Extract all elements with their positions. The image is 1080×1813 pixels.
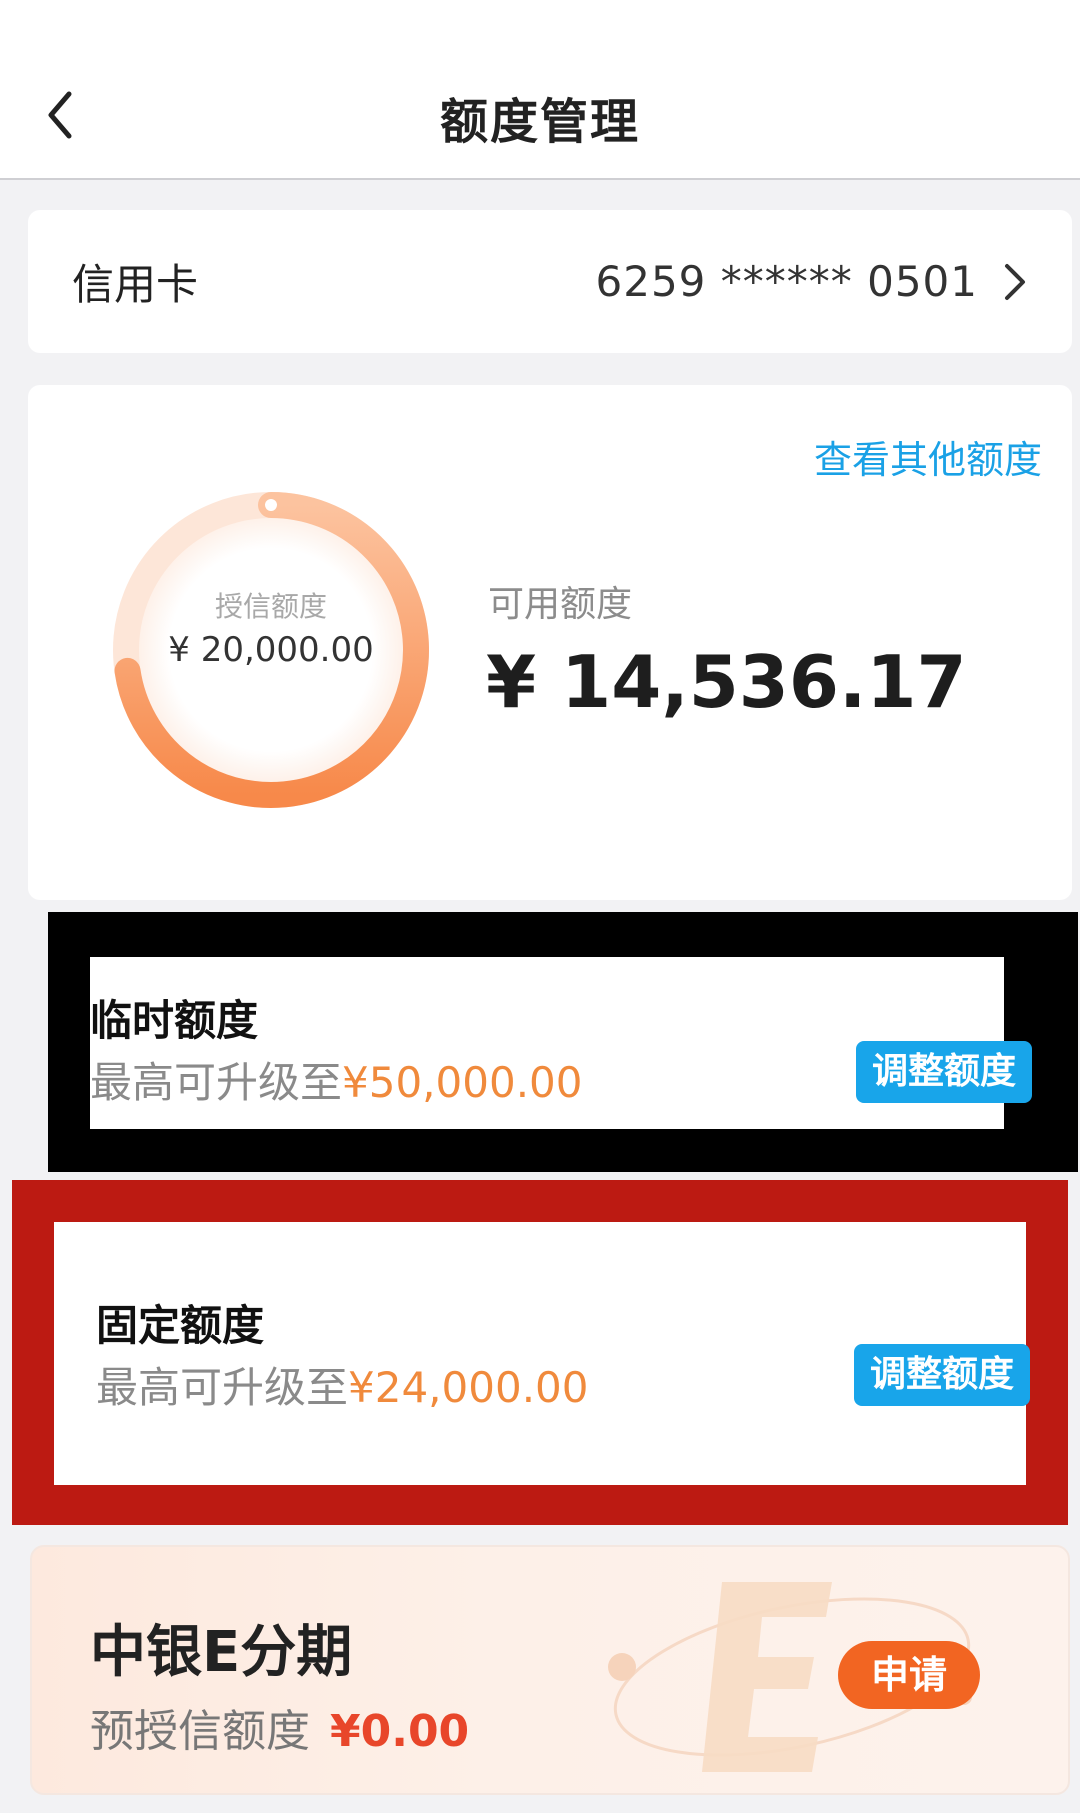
credit-card-selector[interactable]: 信用卡 6259 ****** 0501: [28, 210, 1072, 353]
fixed-limit-card: 固定额度 最高可升级至¥24,000.00 调整额度: [54, 1222, 1030, 1485]
available-limit-value: ¥ 14,536.17: [486, 640, 967, 724]
installment-prefix: 预授信额度: [90, 1706, 310, 1757]
granted-limit-label: 授信额度: [214, 590, 327, 623]
installment-card: 中银E分期 预授信额度 ¥0.00 申请: [30, 1545, 1070, 1795]
limit-overview-card: 查看其他额度 授信额度 ¥ 20,000.00 可用额度 ¥ 14,536.17: [28, 385, 1072, 900]
temporary-limit-max-amount: ¥50,000.00: [342, 1058, 583, 1107]
temporary-limit-highlight-frame: 临时额度 最高可升级至¥50,000.00 调整额度: [48, 912, 1078, 1172]
card-number: 6259 ****** 0501: [595, 257, 978, 306]
fixed-limit-prefix: 最高可升级至: [96, 1363, 349, 1412]
page-title: 额度管理: [439, 94, 640, 150]
ring-start-dot: [265, 499, 277, 511]
temporary-limit-subtitle: 最高可升级至¥50,000.00: [90, 1049, 583, 1110]
available-limit-label: 可用额度: [488, 584, 633, 625]
fixed-limit-highlight-frame: 固定额度 最高可升级至¥24,000.00 调整额度: [12, 1180, 1068, 1525]
temporary-limit-title: 临时额度: [90, 996, 259, 1045]
card-type-label: 信用卡: [72, 260, 199, 309]
temporary-limit-card: 临时额度 最高可升级至¥50,000.00 调整额度: [90, 957, 1032, 1129]
adjust-temporary-limit-button[interactable]: 调整额度: [856, 1041, 1032, 1103]
chevron-right-icon: [1002, 262, 1028, 302]
view-other-limits-link[interactable]: 查看其他额度: [814, 429, 1042, 484]
fixed-limit-subtitle: 最高可升级至¥24,000.00: [96, 1354, 589, 1415]
nav-bar: 额度管理: [0, 0, 1080, 180]
granted-limit-value: ¥ 20,000.00: [168, 630, 374, 670]
installment-title: 中银E分期: [90, 1620, 353, 1685]
fixed-limit-title: 固定额度: [96, 1301, 265, 1350]
fixed-limit-max-amount: ¥24,000.00: [348, 1363, 589, 1412]
adjust-fixed-limit-button[interactable]: 调整额度: [854, 1344, 1030, 1406]
installment-amount: ¥0.00: [330, 1706, 470, 1757]
temporary-limit-prefix: 最高可升级至: [90, 1058, 343, 1107]
apply-button[interactable]: 申请: [838, 1641, 980, 1709]
installment-subtitle: 预授信额度 ¥0.00: [90, 1695, 469, 1759]
